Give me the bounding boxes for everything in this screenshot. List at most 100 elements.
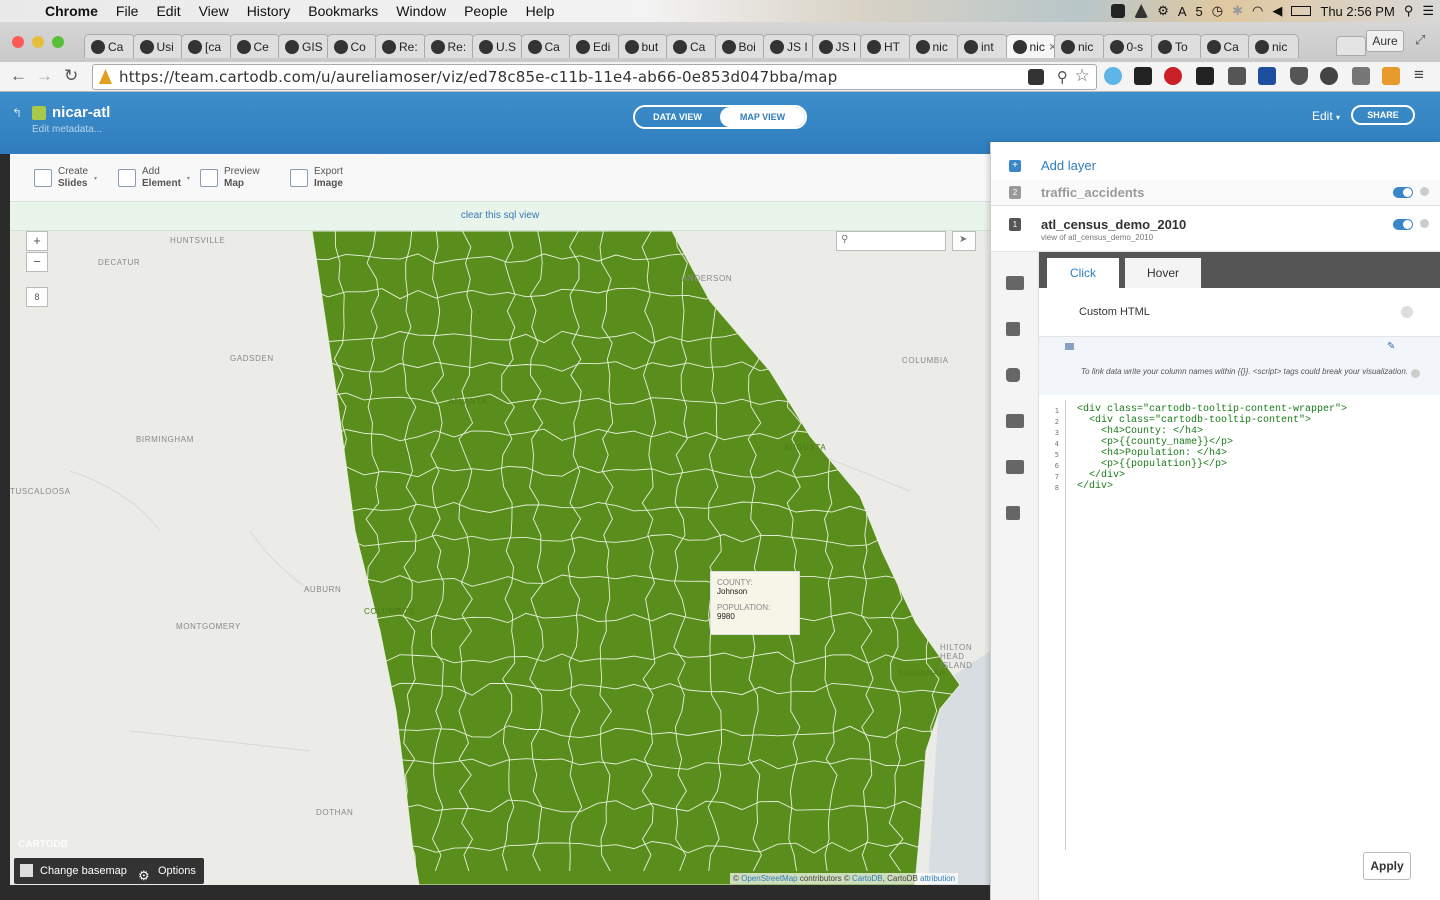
browser-tab[interactable]: nic ×	[1005, 34, 1056, 58]
css-icon[interactable]	[1006, 414, 1024, 428]
pinterest-icon[interactable]	[1164, 67, 1182, 85]
browser-tab[interactable]: Ce	[229, 34, 280, 58]
wizard-brush-icon[interactable]	[1006, 322, 1020, 336]
layer-options-icon[interactable]	[1420, 219, 1429, 228]
browser-tab[interactable]: Boi	[714, 34, 765, 58]
browser-tab[interactable]: To	[1151, 34, 1202, 58]
menu-bookmarks[interactable]: Bookmarks	[299, 3, 387, 19]
reload-icon[interactable]: ↻	[64, 66, 78, 86]
preview-map-button[interactable]: Preview Map	[200, 166, 260, 190]
notification-center-icon[interactable]: ☰	[1422, 3, 1434, 19]
bookmark-star-icon[interactable]: ☆	[1075, 64, 1090, 88]
map-canvas[interactable]: HUNTSVILLE DECATUR ANDERSON GADSDEN COLUMBIA…	[10, 231, 990, 885]
add-layer-button[interactable]: + Add layer	[991, 154, 1440, 178]
osm-link[interactable]: OpenStreetMap	[741, 874, 797, 883]
lastpass-lock-icon[interactable]	[1258, 67, 1276, 85]
menu-help[interactable]: Help	[517, 3, 564, 19]
forward-arrow-icon[interactable]: →	[36, 66, 53, 86]
eyedropper-icon[interactable]	[1352, 67, 1370, 85]
code-content[interactable]: <div class="cartodb-tooltip-content-wrap…	[1077, 404, 1347, 492]
attribution-link[interactable]: attribution	[920, 874, 955, 883]
browser-tab[interactable]: U.S	[472, 34, 523, 58]
data-view-button[interactable]: DATA VIEW	[635, 107, 720, 127]
filters-chart-icon[interactable]	[1006, 506, 1020, 520]
options-button[interactable]: ⚙ Options	[132, 858, 204, 884]
adobe-icon[interactable]: A	[1178, 4, 1187, 19]
browser-tab[interactable]: nic	[908, 34, 959, 58]
zoom-window-icon[interactable]	[52, 36, 64, 48]
add-element-button[interactable]: Add Element ▾	[118, 166, 190, 190]
create-slides-button[interactable]: Create Slides ▾	[34, 166, 97, 190]
sql-icon[interactable]	[1006, 276, 1024, 290]
browser-tab[interactable]: JS I	[811, 34, 862, 58]
browser-tab[interactable]: 0-s	[1102, 34, 1153, 58]
new-tab-button[interactable]	[1336, 36, 1366, 56]
map-share-button[interactable]: ➤	[952, 231, 976, 251]
minimize-window-icon[interactable]	[32, 36, 44, 48]
close-window-icon[interactable]	[12, 36, 24, 48]
menu-app-name[interactable]: Chrome	[36, 3, 107, 19]
clear-sql-view-link[interactable]: clear this sql view	[461, 210, 539, 221]
browser-tab[interactable]: [ca	[181, 34, 232, 58]
water-drop-icon[interactable]	[1104, 67, 1122, 85]
map-search-input[interactable]: ⚲	[836, 231, 946, 251]
menu-view[interactable]: View	[190, 3, 238, 19]
layer-options-icon[interactable]	[1420, 187, 1429, 196]
privacy-lock-icon[interactable]	[32, 106, 46, 120]
clip-extension-icon[interactable]	[1382, 67, 1400, 85]
at-mention-icon[interactable]	[1320, 67, 1338, 85]
buffer-icon[interactable]	[1134, 67, 1152, 85]
plus-extension-icon[interactable]	[1196, 67, 1214, 85]
html-mode-icon[interactable]	[1065, 343, 1074, 350]
chrome-menu-icon[interactable]: ≡	[1414, 65, 1424, 85]
clock[interactable]: Thu 2:56 PM	[1320, 4, 1394, 19]
browser-tab[interactable]: Ca	[84, 34, 135, 58]
edit-menu[interactable]: Edit ▾	[1312, 109, 1340, 123]
search-icon[interactable]: ⚲	[1057, 65, 1068, 89]
menu-edit[interactable]: Edit	[147, 3, 189, 19]
pocket-icon[interactable]	[1290, 67, 1308, 85]
browser-tab[interactable]: Ca	[666, 34, 717, 58]
browser-tab[interactable]: Usi	[132, 34, 183, 58]
layer-visibility-toggle[interactable]	[1393, 219, 1413, 230]
wifi-icon[interactable]: ◠	[1252, 3, 1263, 19]
menu-history[interactable]: History	[238, 3, 300, 19]
asterisk-extension-icon[interactable]	[1228, 67, 1246, 85]
drive-icon[interactable]	[1134, 4, 1149, 18]
browser-tab[interactable]: Re:	[375, 34, 426, 58]
browser-tab[interactable]: but	[617, 34, 668, 58]
app-status-icon[interactable]	[1111, 4, 1126, 18]
camera-extension-icon[interactable]	[1028, 69, 1044, 85]
browser-tab[interactable]: Ca	[520, 34, 571, 58]
battery-icon[interactable]	[1291, 6, 1312, 16]
browser-tab[interactable]: Ca	[1199, 34, 1250, 58]
browser-tab[interactable]: int	[957, 34, 1008, 58]
infowindow-icon[interactable]	[1006, 368, 1020, 382]
georgia-counties[interactable]	[311, 231, 961, 885]
zoom-in-button[interactable]: +	[26, 231, 48, 251]
zoom-out-button[interactable]: −	[26, 252, 48, 272]
browser-tab[interactable]: Re:	[423, 34, 474, 58]
sync-icon[interactable]: ⚙	[1157, 3, 1169, 19]
export-image-button[interactable]: Export Image	[290, 166, 343, 190]
cartodb-link[interactable]: CartoDB	[852, 874, 883, 883]
profile-button[interactable]: Aure	[1366, 30, 1404, 52]
edit-pencil-icon[interactable]: ✎	[1387, 341, 1395, 352]
share-button[interactable]: SHARE	[1351, 105, 1415, 125]
apply-button[interactable]: Apply	[1363, 852, 1411, 880]
layer-visibility-toggle[interactable]	[1393, 187, 1413, 198]
browser-tab[interactable]: Edi	[569, 34, 620, 58]
help-icon[interactable]	[1401, 306, 1413, 318]
volume-icon[interactable]: ◀	[1272, 3, 1282, 19]
address-bar[interactable]: https://team.cartodb.com/u/aureliamoser/…	[92, 64, 1097, 90]
spotlight-icon[interactable]: ⚲	[1404, 3, 1414, 19]
fullscreen-icon[interactable]: ⤢	[1415, 32, 1425, 48]
html-code-editor[interactable]: 1 2 3 4 5 6 7 8 <div class="cartodb-tooltip-con…	[1039, 400, 1440, 850]
viz-title[interactable]: nicar-atl	[52, 104, 110, 121]
browser-tab[interactable]: JS I	[763, 34, 814, 58]
warning-lock-icon[interactable]	[99, 69, 112, 84]
close-hint-icon[interactable]	[1411, 369, 1420, 378]
tab-hover[interactable]: Hover	[1125, 258, 1201, 288]
menu-people[interactable]: People	[455, 3, 517, 19]
time-machine-icon[interactable]: ◷	[1212, 3, 1223, 19]
